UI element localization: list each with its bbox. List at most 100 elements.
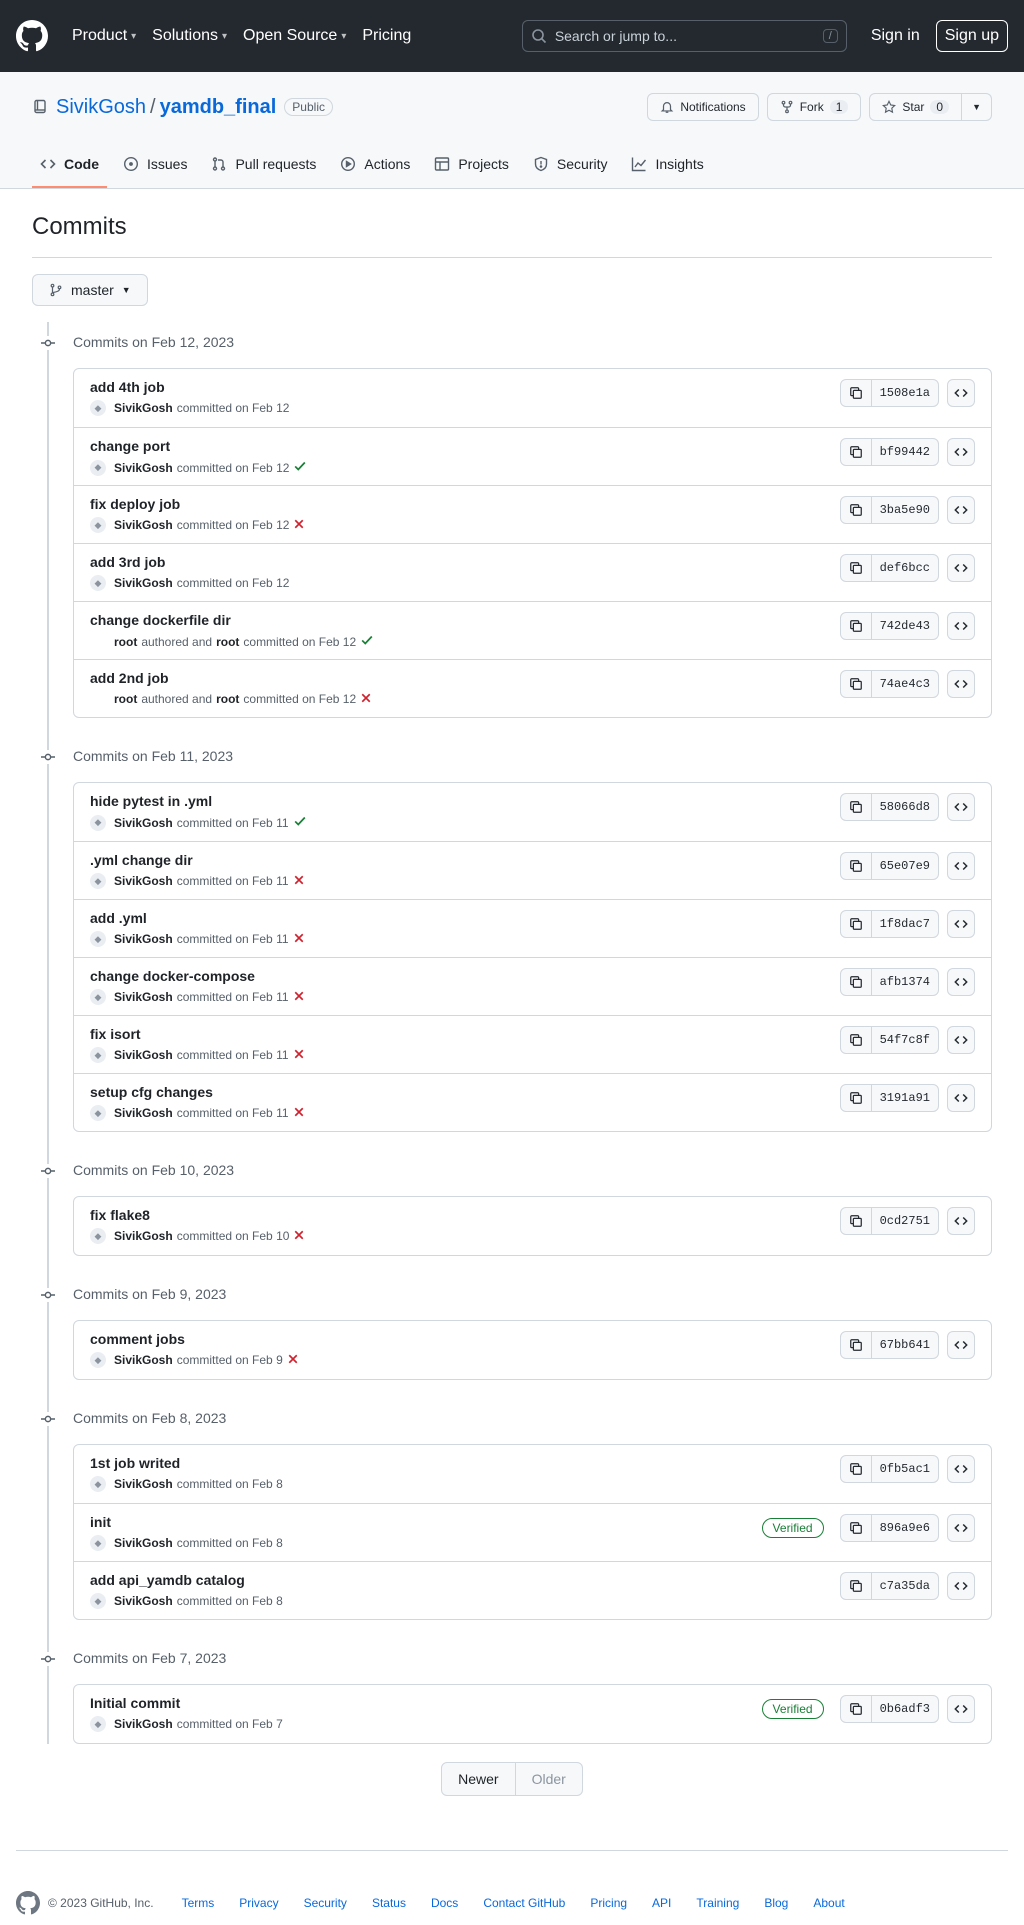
x-icon[interactable] (293, 1229, 305, 1244)
commit-title-link[interactable]: add 2nd job (90, 670, 169, 686)
commit-committer-link[interactable]: root (216, 692, 239, 706)
browse-repo-button[interactable] (947, 1026, 975, 1054)
x-icon[interactable] (293, 1048, 305, 1063)
commit-title-link[interactable]: add .yml (90, 910, 147, 926)
commit-title-link[interactable]: fix isort (90, 1026, 141, 1042)
browse-repo-button[interactable] (947, 496, 975, 524)
commit-sha-link[interactable]: 896a9e6 (871, 1514, 939, 1542)
commit-sha-link[interactable]: def6bcc (871, 554, 939, 582)
browse-repo-button[interactable] (947, 554, 975, 582)
footer-link-pricing[interactable]: Pricing (590, 1896, 627, 1910)
browse-repo-button[interactable] (947, 438, 975, 466)
commit-title-link[interactable]: add 3rd job (90, 554, 165, 570)
browse-repo-button[interactable] (947, 852, 975, 880)
nav-open-source[interactable]: Open Source ▾ (243, 27, 346, 45)
commit-author-link[interactable]: root (114, 635, 137, 649)
commit-author-link[interactable]: SivikGosh (114, 816, 173, 830)
browse-repo-button[interactable] (947, 1455, 975, 1483)
x-icon[interactable] (293, 518, 305, 533)
browse-repo-button[interactable] (947, 1572, 975, 1600)
star-dropdown-button[interactable]: ▼ (962, 93, 992, 121)
x-icon[interactable] (293, 990, 305, 1005)
check-icon[interactable] (293, 459, 307, 476)
copy-sha-button[interactable] (839, 612, 872, 640)
check-icon[interactable] (360, 633, 374, 650)
commit-sha-link[interactable]: 58066d8 (871, 793, 939, 821)
sign-up-button[interactable]: Sign up (935, 20, 1008, 52)
commit-committer-link[interactable]: root (216, 635, 239, 649)
commit-sha-link[interactable]: bf99442 (871, 438, 939, 466)
commit-sha-link[interactable]: 65e07e9 (871, 852, 939, 880)
x-icon[interactable] (293, 874, 305, 889)
commit-author-link[interactable]: SivikGosh (114, 1229, 173, 1243)
repo-name-link[interactable]: yamdb_final (160, 96, 277, 119)
commit-author-link[interactable]: SivikGosh (114, 1477, 173, 1491)
copy-sha-button[interactable] (839, 438, 872, 466)
browse-repo-button[interactable] (947, 1695, 975, 1723)
commit-title-link[interactable]: change port (90, 438, 170, 454)
copy-sha-button[interactable] (839, 793, 872, 821)
check-icon[interactable] (293, 814, 307, 831)
copy-sha-button[interactable] (839, 852, 872, 880)
commit-author-link[interactable]: SivikGosh (114, 1048, 173, 1062)
copy-sha-button[interactable] (839, 379, 872, 407)
github-mark-icon[interactable] (16, 1891, 40, 1915)
commit-author-link[interactable]: SivikGosh (114, 1594, 173, 1608)
commit-author-link[interactable]: SivikGosh (114, 932, 173, 946)
tab-actions[interactable]: Actions (332, 142, 418, 188)
browse-repo-button[interactable] (947, 1514, 975, 1542)
tab-projects[interactable]: Projects (426, 142, 517, 188)
commit-sha-link[interactable]: 0fb5ac1 (871, 1455, 939, 1483)
commit-title-link[interactable]: .yml change dir (90, 852, 193, 868)
commit-sha-link[interactable]: afb1374 (871, 968, 939, 996)
browse-repo-button[interactable] (947, 968, 975, 996)
repo-owner-link[interactable]: SivikGosh (56, 96, 146, 119)
commit-sha-link[interactable]: 3191a91 (871, 1084, 939, 1112)
notifications-button[interactable]: Notifications (647, 93, 759, 121)
browse-repo-button[interactable] (947, 910, 975, 938)
copy-sha-button[interactable] (839, 670, 872, 698)
commit-sha-link[interactable]: 0b6adf3 (871, 1695, 939, 1723)
verified-badge[interactable]: Verified (761, 1699, 824, 1719)
copy-sha-button[interactable] (839, 910, 872, 938)
copy-sha-button[interactable] (839, 1695, 872, 1723)
commit-author-link[interactable]: root (114, 692, 137, 706)
copy-sha-button[interactable] (839, 1026, 872, 1054)
browse-repo-button[interactable] (947, 793, 975, 821)
commit-author-link[interactable]: SivikGosh (114, 461, 173, 475)
tab-pull-requests[interactable]: Pull requests (203, 142, 324, 188)
copy-sha-button[interactable] (839, 1514, 872, 1542)
branch-select-button[interactable]: master ▼ (32, 274, 148, 306)
commit-title-link[interactable]: Initial commit (90, 1695, 180, 1711)
commit-author-link[interactable]: SivikGosh (114, 518, 173, 532)
commit-title-link[interactable]: change dockerfile dir (90, 612, 231, 628)
commit-sha-link[interactable]: 742de43 (871, 612, 939, 640)
footer-link-privacy[interactable]: Privacy (239, 1896, 278, 1910)
commit-title-link[interactable]: change docker-compose (90, 968, 255, 984)
commit-author-link[interactable]: SivikGosh (114, 1106, 173, 1120)
copy-sha-button[interactable] (839, 1207, 872, 1235)
commit-sha-link[interactable]: 67bb641 (871, 1331, 939, 1359)
commit-author-link[interactable]: SivikGosh (114, 1717, 173, 1731)
browse-repo-button[interactable] (947, 1207, 975, 1235)
fork-button[interactable]: Fork 1 (766, 93, 862, 121)
commit-sha-link[interactable]: 74ae4c3 (871, 670, 939, 698)
tab-issues[interactable]: Issues (115, 142, 195, 188)
copy-sha-button[interactable] (839, 554, 872, 582)
github-logo-icon[interactable] (16, 20, 48, 52)
commit-sha-link[interactable]: 0cd2751 (871, 1207, 939, 1235)
tab-security[interactable]: Security (525, 142, 616, 188)
footer-link-terms[interactable]: Terms (182, 1896, 215, 1910)
commit-author-link[interactable]: SivikGosh (114, 1353, 173, 1367)
copy-sha-button[interactable] (839, 1084, 872, 1112)
copy-sha-button[interactable] (839, 968, 872, 996)
star-button[interactable]: Star 0 (869, 93, 963, 121)
footer-link-training[interactable]: Training (696, 1896, 739, 1910)
x-icon[interactable] (293, 1106, 305, 1121)
commit-sha-link[interactable]: c7a35da (871, 1572, 939, 1600)
x-icon[interactable] (287, 1353, 299, 1368)
commit-author-link[interactable]: SivikGosh (114, 1536, 173, 1550)
commit-author-link[interactable]: SivikGosh (114, 576, 173, 590)
commit-title-link[interactable]: fix flake8 (90, 1207, 150, 1223)
commit-author-link[interactable]: SivikGosh (114, 874, 173, 888)
